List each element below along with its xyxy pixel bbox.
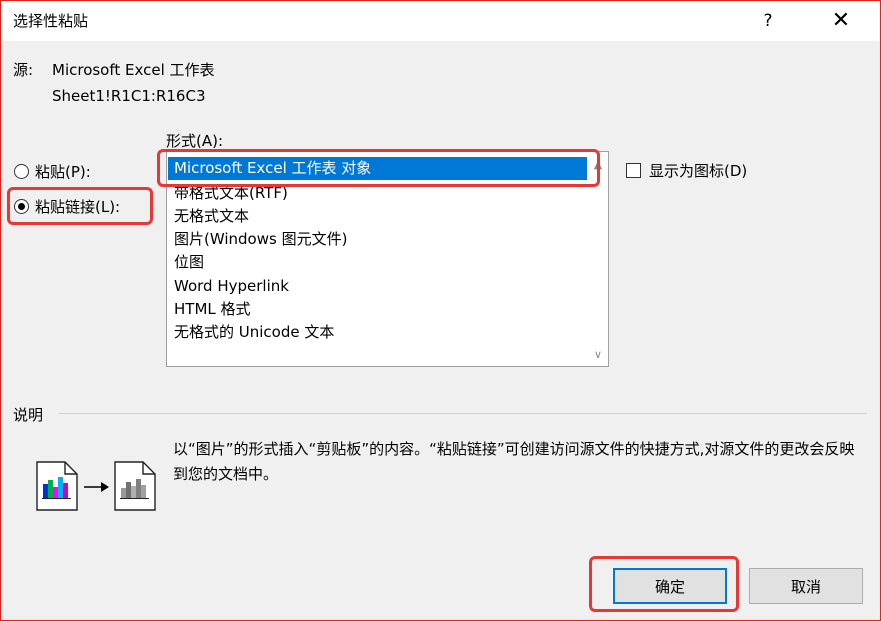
close-button[interactable]: ✕ — [819, 5, 863, 37]
right-arrow-icon — [84, 482, 109, 492]
list-item[interactable]: Microsoft Excel 工作表 对象 — [168, 157, 587, 180]
display-as-icon-box[interactable] — [626, 163, 641, 178]
display-as-icon-checkbox[interactable]: 显示为图标(D) — [626, 160, 747, 181]
list-item[interactable]: HTML 格式 — [168, 298, 587, 321]
paste-link-radio[interactable]: 粘贴链接(L): — [14, 196, 120, 217]
title-bar: 选择性粘贴 ? ✕ — [1, 1, 880, 41]
chart-document-icon — [36, 461, 78, 511]
as-label: 形式(A): — [166, 132, 224, 150]
scroll-down-icon[interactable]: ∨ — [588, 346, 608, 364]
description-divider — [59, 413, 867, 414]
description-text: 以“图片”的形式插入“剪贴板”的内容。“粘贴链接”可创建访问源文件的快捷方式,对… — [173, 440, 855, 483]
source-label: 源: — [13, 61, 34, 79]
paste-radio-circle[interactable] — [14, 164, 29, 179]
list-item[interactable]: 无格式的 Unicode 文本 — [168, 321, 587, 344]
paste-radio[interactable]: 粘贴(P): — [14, 161, 91, 182]
format-listbox[interactable]: Microsoft Excel 工作表 对象 带格式文本(RTF) 无格式文本 … — [166, 151, 609, 367]
help-button[interactable]: ? — [751, 5, 785, 37]
list-item[interactable]: 带格式文本(RTF) — [168, 182, 587, 205]
dialog-title: 选择性粘贴 — [13, 12, 89, 30]
list-item[interactable]: 无格式文本 — [168, 205, 587, 228]
description-label: 说明 — [13, 406, 44, 424]
list-item[interactable]: Word Hyperlink — [168, 275, 587, 298]
picture-document-icon — [114, 461, 156, 511]
paste-link-radio-circle[interactable] — [14, 199, 29, 214]
dialog-body: 源: Microsoft Excel 工作表 Sheet1!R1C1:R16C3… — [1, 41, 880, 620]
source-value: Microsoft Excel 工作表 — [52, 61, 215, 79]
display-as-icon-label: 显示为图标(D) — [649, 162, 748, 180]
source-range: Sheet1!R1C1:R16C3 — [52, 87, 206, 105]
list-item[interactable]: 图片(Windows 图元文件) — [168, 228, 587, 251]
paste-link-radio-label: 粘贴链接(L): — [35, 198, 121, 216]
list-item[interactable]: 位图 — [168, 251, 587, 274]
scroll-up-icon[interactable]: ▲ — [588, 156, 608, 174]
paste-radio-label: 粘贴(P): — [35, 163, 91, 181]
cancel-button[interactable]: 取消 — [749, 568, 863, 604]
paste-special-dialog: 选择性粘贴 ? ✕ 源: Microsoft Excel 工作表 Sheet1!… — [0, 0, 881, 621]
ok-button[interactable]: 确定 — [613, 568, 727, 604]
paste-link-illustration-icon — [36, 461, 156, 511]
